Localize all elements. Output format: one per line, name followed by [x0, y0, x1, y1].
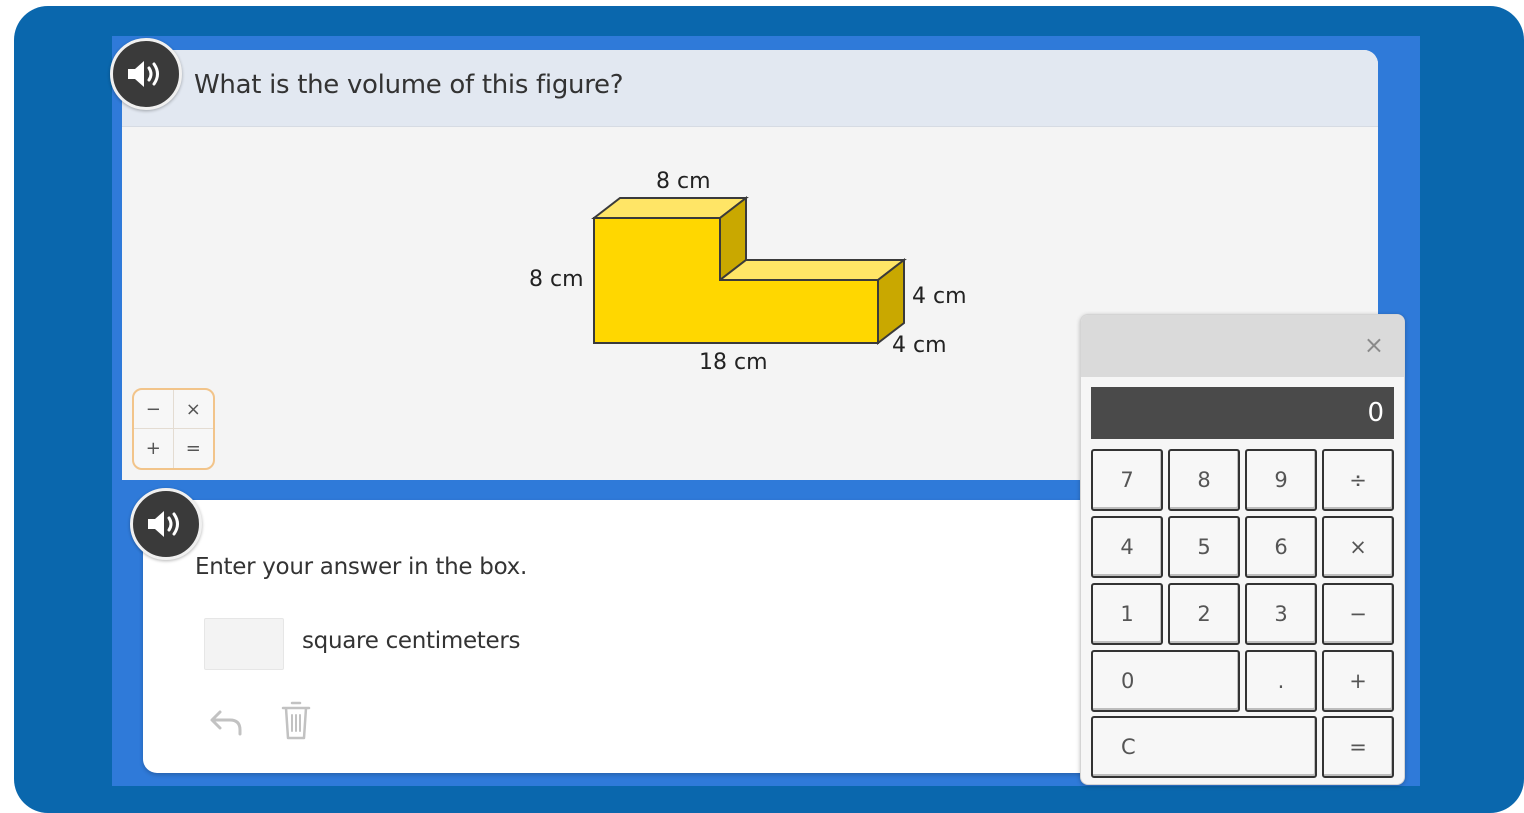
label-depth: 4 cm: [892, 333, 947, 358]
step-top-face: [717, 259, 907, 281]
times-symbol: ×: [173, 390, 213, 429]
key-9[interactable]: 9: [1245, 449, 1317, 511]
read-question-aloud-button[interactable]: [110, 38, 182, 110]
label-left-height: 8 cm: [529, 267, 584, 292]
plus-symbol: +: [134, 429, 174, 468]
key-subtract[interactable]: −: [1322, 583, 1394, 645]
key-multiply[interactable]: ×: [1322, 516, 1394, 578]
answer-unit-label: square centimeters: [302, 628, 521, 654]
label-step-height: 4 cm: [912, 284, 967, 309]
question-text: What is the volume of this figure?: [194, 70, 624, 100]
key-4[interactable]: 4: [1091, 516, 1163, 578]
minus-symbol: −: [134, 390, 174, 429]
label-top-width: 8 cm: [656, 169, 711, 194]
key-3[interactable]: 3: [1245, 583, 1317, 645]
l-shaped-prism-figure: 8 cm 8 cm 4 cm 4 cm 18 cm: [529, 169, 967, 375]
calculator-panel: × 0 7 8 9 ÷ 4 5 6 × 1 2 3 − 0 . + C =: [1080, 314, 1405, 785]
speaker-icon: [128, 61, 159, 87]
trash-icon[interactable]: [280, 700, 312, 742]
read-prompt-aloud-button[interactable]: [130, 488, 202, 560]
key-5[interactable]: 5: [1168, 516, 1240, 578]
key-decimal[interactable]: .: [1245, 650, 1317, 712]
operations-tool-button[interactable]: − × + =: [132, 388, 215, 470]
undo-icon[interactable]: [208, 706, 244, 738]
speaker-icon: [148, 511, 179, 537]
label-bottom-length: 18 cm: [699, 350, 768, 375]
answer-input[interactable]: [204, 618, 284, 670]
key-divide[interactable]: ÷: [1322, 449, 1394, 511]
key-0[interactable]: 0: [1091, 650, 1240, 712]
key-clear[interactable]: C: [1091, 716, 1317, 778]
question-header: What is the volume of this figure?: [122, 50, 1378, 127]
key-2[interactable]: 2: [1168, 583, 1240, 645]
key-add[interactable]: +: [1322, 650, 1394, 712]
answer-prompt: Enter your answer in the box.: [195, 554, 527, 580]
key-7[interactable]: 7: [1091, 449, 1163, 511]
equals-symbol: =: [185, 438, 201, 459]
calculator-display: 0: [1091, 387, 1394, 439]
calculator-titlebar[interactable]: ×: [1081, 315, 1404, 377]
key-equals[interactable]: =: [1322, 716, 1394, 778]
key-8[interactable]: 8: [1168, 449, 1240, 511]
key-1[interactable]: 1: [1091, 583, 1163, 645]
key-6[interactable]: 6: [1245, 516, 1317, 578]
calculator-close-button[interactable]: ×: [1364, 333, 1384, 357]
